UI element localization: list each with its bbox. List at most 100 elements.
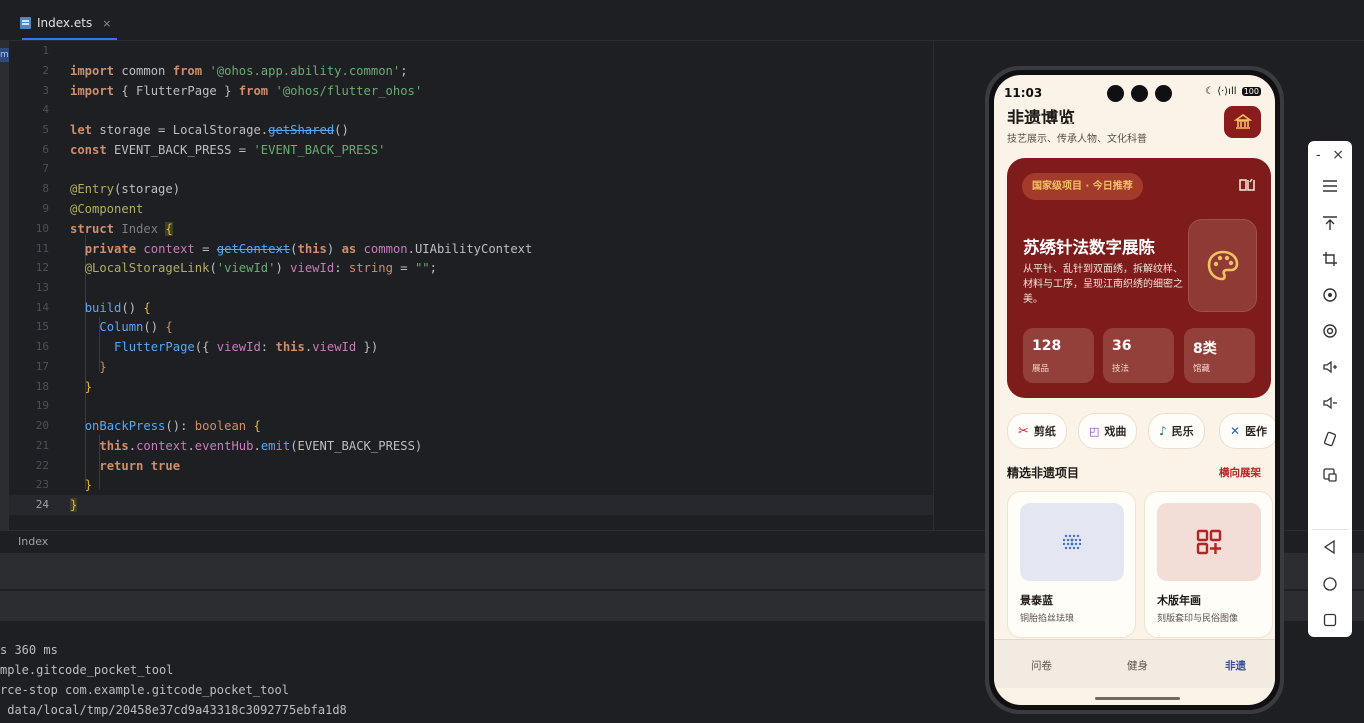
tab-index-ets[interactable]: Index.ets × xyxy=(14,6,118,40)
dots-icon xyxy=(1062,534,1082,550)
hero-description: 从平针、乱针到双面绣，拆解纹样、材料与工序，呈现江南织绣的细密之美。 xyxy=(1023,264,1183,305)
line-number: 12 xyxy=(35,261,49,274)
line-number: 9 xyxy=(42,202,49,215)
line-number: 5 xyxy=(42,123,49,136)
card-subtitle: 刻版套印与民俗图像 xyxy=(1157,614,1239,624)
project-card[interactable]: 木版年画 刻版套印与民俗图像 xyxy=(1144,491,1273,638)
tab-survey[interactable]: 问卷 xyxy=(1031,658,1052,673)
recents-nav-icon[interactable] xyxy=(1308,608,1352,632)
chip-crafts[interactable]: ✕ 医作 xyxy=(1219,413,1275,449)
status-icons: ☾ ⟨·⟩ıll 100 xyxy=(1205,86,1261,97)
line-number: 11 xyxy=(35,242,49,255)
museum-button[interactable] xyxy=(1224,106,1261,138)
camera-dot-icon xyxy=(1107,85,1124,102)
close-button[interactable]: × xyxy=(1332,147,1344,163)
close-icon[interactable]: × xyxy=(102,17,111,30)
chip-papercut[interactable]: ✂ 剪纸 xyxy=(1007,413,1067,449)
stat-collections: 8类 馆藏 xyxy=(1184,328,1255,383)
chip-label: 剪纸 xyxy=(1033,425,1056,438)
card-image xyxy=(1020,503,1124,581)
museum-icon xyxy=(1233,114,1252,129)
featured-card[interactable]: 国家级项目 · 今日推荐 苏绣针法数字展陈 从平针、乱针到双面绣，拆解纹样、材料… xyxy=(1007,158,1271,398)
rotate-device-icon[interactable] xyxy=(1308,427,1352,451)
stat-exhibits: 128 展品 xyxy=(1023,328,1094,383)
stat-value: 8类 xyxy=(1193,341,1217,357)
home-indicator[interactable] xyxy=(1095,697,1180,700)
bottom-tab-bar: 问卷 健身 非遗 xyxy=(994,639,1275,688)
music-note-icon: ♪ xyxy=(1159,424,1167,438)
console-line: s 360 ms xyxy=(0,643,58,657)
section-title: 精选非遗项目 xyxy=(1007,466,1080,480)
code-line-20: onBackPress(): boolean { xyxy=(84,419,261,433)
line-number: 17 xyxy=(35,360,49,373)
stat-value: 128 xyxy=(1032,338,1062,354)
phone-emulator: 非遗博览 11:03 ☾ ⟨·⟩ıll 100 技艺展示、传承人物、文化科普 国… xyxy=(985,66,1284,714)
book-icon[interactable] xyxy=(1238,177,1256,197)
code-line-16: FlutterPage({ viewId: this.viewId }) xyxy=(114,340,379,354)
menu-icon[interactable] xyxy=(1308,174,1352,198)
phone-screen[interactable]: 非遗博览 11:03 ☾ ⟨·⟩ıll 100 技艺展示、传承人物、文化科普 国… xyxy=(994,75,1275,705)
line-number: 2 xyxy=(42,64,49,77)
line-number: 15 xyxy=(35,320,49,333)
toolbar-header: - × xyxy=(1308,143,1352,167)
pin-top-icon[interactable] xyxy=(1308,211,1352,235)
back-nav-icon[interactable] xyxy=(1308,535,1352,559)
stat-label: 技法 xyxy=(1112,364,1130,374)
section-link[interactable]: 横向展架 xyxy=(1219,465,1261,480)
stat-label: 展品 xyxy=(1032,364,1050,374)
project-card[interactable]: 景泰蓝 铜胎掐丝珐琅 xyxy=(1007,491,1136,638)
code-line-5: let storage = LocalStorage.getShared() xyxy=(70,123,349,137)
scissors-icon: ✂ xyxy=(1018,423,1029,439)
code-line-24: } xyxy=(70,498,78,512)
tab-fitness[interactable]: 健身 xyxy=(1127,658,1148,673)
left-rail: m xyxy=(0,40,9,530)
hero-title: 苏绣针法数字展陈 xyxy=(1023,238,1155,257)
rail-marker: m xyxy=(0,48,9,62)
volume-up-icon[interactable] xyxy=(1308,355,1352,379)
card-title: 木版年画 xyxy=(1157,594,1201,607)
code-line-8: @Entry(storage) xyxy=(70,182,181,196)
hero-badge: 国家级项目 · 今日推荐 xyxy=(1022,173,1143,200)
camera-dot-icon xyxy=(1155,85,1172,102)
stat-techniques: 36 技法 xyxy=(1103,328,1174,383)
tools-icon: ✕ xyxy=(1230,424,1241,438)
line-number: 7 xyxy=(42,162,49,175)
code-line-18: } xyxy=(84,380,93,394)
crop-icon[interactable] xyxy=(1308,247,1352,271)
card-image xyxy=(1157,503,1261,581)
chip-folk-music[interactable]: ♪ 民乐 xyxy=(1148,413,1205,449)
line-number: 24 xyxy=(35,498,49,511)
tab-heritage[interactable]: 非遗 xyxy=(1225,658,1246,673)
line-number: 3 xyxy=(42,84,49,97)
chip-opera[interactable]: ◰ 戏曲 xyxy=(1078,413,1138,449)
rotate-icon[interactable] xyxy=(1308,283,1352,307)
line-number: 1 xyxy=(42,44,49,57)
app-subtitle: 技艺展示、传承人物、文化科普 xyxy=(1007,134,1147,145)
chip-label: 戏曲 xyxy=(1104,425,1127,438)
code-line-11: private context = getContext(this) as co… xyxy=(84,242,533,256)
code-line-2: import common from '@ohos.app.ability.co… xyxy=(70,64,408,78)
line-number: 21 xyxy=(35,439,49,452)
code-line-23: } xyxy=(84,478,93,492)
camera-dot-icon xyxy=(1131,85,1148,102)
hero-image xyxy=(1188,219,1257,312)
minimize-button[interactable]: - xyxy=(1316,148,1321,163)
line-number: 14 xyxy=(35,301,49,314)
breadcrumb-item[interactable]: Index xyxy=(18,535,48,548)
file-icon xyxy=(20,17,31,29)
line-number: 19 xyxy=(35,399,49,412)
qr-grid-icon xyxy=(1196,529,1222,555)
code-editor[interactable]: 1 2 3 4 5 6 7 8 9 10 11 12 13 14 15 16 17 18 19 20 21 22 23 24 … xyxy=(9,41,933,530)
volume-down-icon[interactable] xyxy=(1308,391,1352,415)
console-line: mple.gitcode_pocket_tool xyxy=(0,663,174,677)
console-line: data/local/tmp/20458e37cd9a43318c3092775… xyxy=(0,703,347,717)
location-icon[interactable] xyxy=(1308,319,1352,343)
screenshot-icon[interactable] xyxy=(1308,463,1352,487)
code-line-10: struct Index { xyxy=(70,222,173,236)
current-line-highlight xyxy=(9,495,933,515)
line-number: 4 xyxy=(42,103,49,116)
home-nav-icon[interactable] xyxy=(1308,572,1352,596)
code-line-14: build() { xyxy=(84,301,151,315)
console-line: rce-stop com.example.gitcode_pocket_tool xyxy=(0,683,289,697)
phone-bezel: 非遗博览 11:03 ☾ ⟨·⟩ıll 100 技艺展示、传承人物、文化科普 国… xyxy=(989,70,1280,710)
